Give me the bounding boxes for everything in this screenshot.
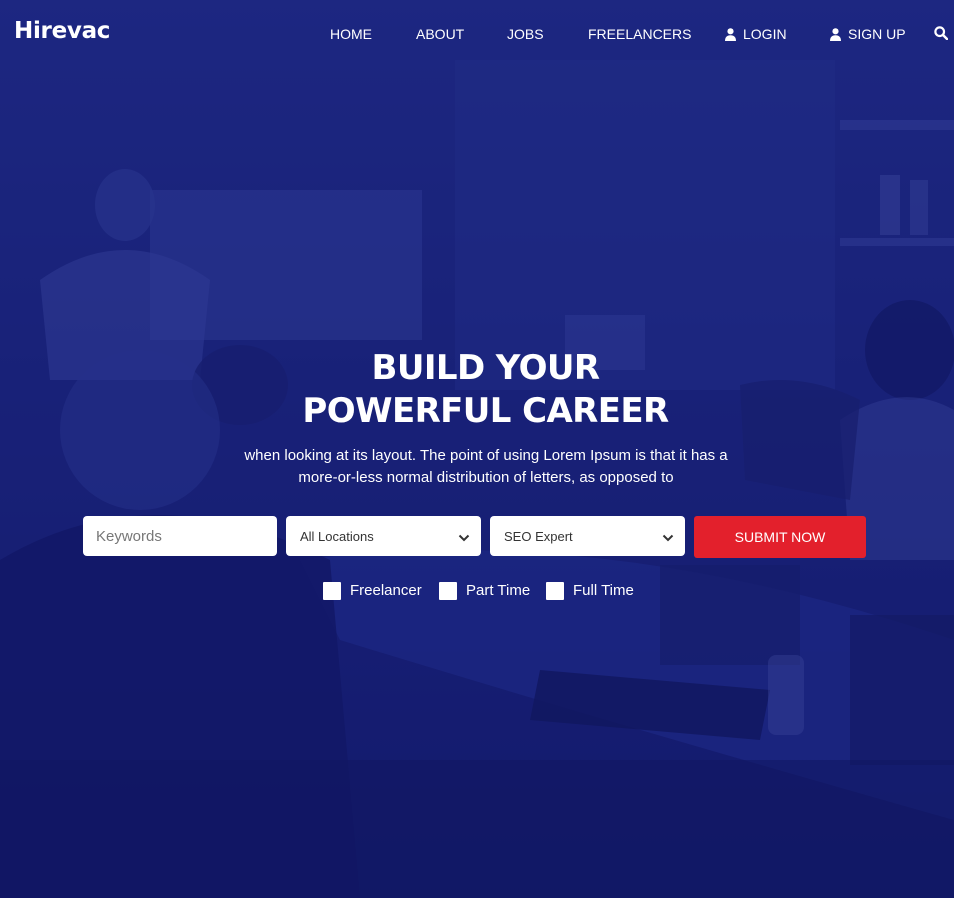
nav-item-label: SIGN UP bbox=[848, 26, 906, 42]
hero-section: Hirevac HOME ABOUT JOBS FREELANCERS LOGI… bbox=[0, 0, 954, 898]
chevron-down-icon bbox=[458, 530, 470, 545]
nav-item-label: LOGIN bbox=[743, 26, 787, 42]
site-header: Hirevac HOME ABOUT JOBS FREELANCERS LOGI… bbox=[0, 0, 954, 68]
freelancer-checkbox[interactable]: Freelancer bbox=[323, 581, 422, 601]
checkbox-label: Freelancer bbox=[350, 582, 422, 599]
hero-title-line-1: BUILD YOUR bbox=[371, 348, 601, 388]
nav-item-home[interactable]: HOME bbox=[330, 25, 372, 43]
hero-subtitle: when looking at its layout. The point of… bbox=[244, 447, 728, 486]
category-select[interactable]: SEO Expert bbox=[490, 516, 685, 556]
checkbox-label: Full Time bbox=[573, 582, 634, 599]
hero-title: BUILD YOUR POWERFUL CAREER bbox=[0, 347, 954, 433]
nav-item-label: HOME bbox=[330, 26, 372, 42]
checkbox-square[interactable] bbox=[323, 582, 341, 600]
checkbox-label: Part Time bbox=[466, 582, 531, 599]
user-icon bbox=[830, 27, 841, 41]
chevron-down-icon bbox=[662, 530, 674, 545]
nav-item-freelancers[interactable]: FREELANCERS bbox=[588, 25, 691, 43]
checkbox-square[interactable] bbox=[546, 582, 564, 600]
nav-item-label: ABOUT bbox=[416, 26, 465, 42]
user-icon bbox=[725, 27, 736, 41]
hero-title-line-2: POWERFUL CAREER bbox=[302, 391, 669, 431]
nav-item-sign-up[interactable]: SIGN UP bbox=[830, 25, 906, 43]
category-select-value: SEO Expert bbox=[504, 528, 573, 544]
nav-item-login[interactable]: LOGIN bbox=[725, 25, 787, 43]
part-time-checkbox[interactable]: Part Time bbox=[439, 581, 530, 601]
checkbox-square[interactable] bbox=[439, 582, 457, 600]
full-time-checkbox[interactable]: Full Time bbox=[546, 581, 634, 601]
nav-item-label: FREELANCERS bbox=[588, 26, 692, 42]
locations-select-value: All Locations bbox=[300, 528, 374, 544]
search-icon[interactable] bbox=[934, 26, 948, 40]
nav-item-about[interactable]: ABOUT bbox=[416, 25, 464, 43]
keywords-input[interactable] bbox=[83, 516, 277, 556]
locations-select[interactable]: All Locations bbox=[286, 516, 481, 556]
nav-item-jobs[interactable]: JOBS bbox=[507, 25, 544, 43]
nav-item-label: JOBS bbox=[507, 26, 544, 42]
submit-now-button[interactable]: SUBMIT NOW bbox=[694, 516, 866, 558]
brand-logo[interactable]: Hirevac bbox=[14, 18, 110, 44]
